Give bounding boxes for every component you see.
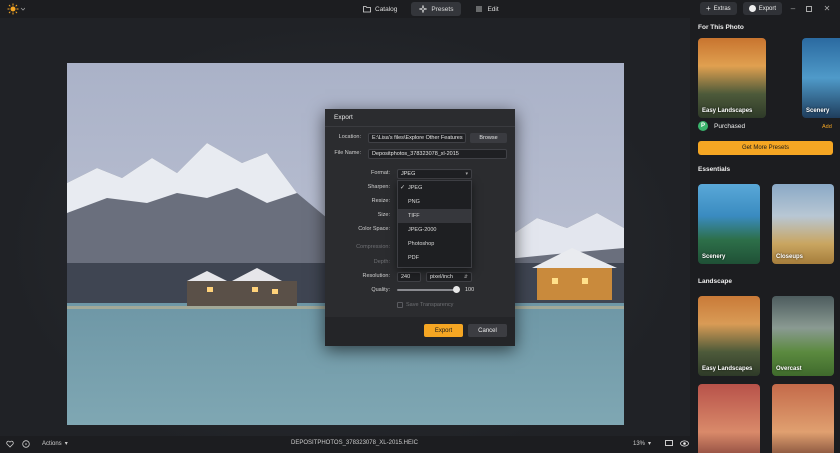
landscape-title: Landscape	[698, 278, 732, 285]
format-option-photoshop[interactable]: Photoshop	[398, 237, 471, 251]
chevron-down-icon: ▾	[64, 441, 68, 447]
eye-icon[interactable]	[680, 440, 689, 447]
format-label: Format:	[371, 170, 390, 176]
resolution-label: Resolution:	[362, 273, 390, 279]
filename-label: File Name:	[334, 150, 361, 156]
preset-card-easy-landscapes[interactable]: Easy Landscapes	[698, 296, 760, 376]
sliders-icon	[476, 6, 483, 12]
preset-card-label: Closeups	[776, 254, 804, 260]
extras-label: Extras	[713, 5, 731, 12]
preset-card-easy-landscapes[interactable]: Easy Landscapes	[698, 38, 766, 118]
folder-icon	[363, 6, 371, 13]
actions-label: Actions	[42, 440, 62, 447]
format-select[interactable]: JPEG ▾	[397, 169, 472, 179]
preset-card-label: Overcast	[776, 366, 802, 372]
color-space-label: Color Space:	[358, 226, 390, 232]
preset-card-overcast[interactable]: Overcast	[772, 296, 834, 376]
format-option-pdf[interactable]: PDF	[398, 251, 471, 265]
format-option-tiff[interactable]: TIFF	[398, 209, 471, 223]
purchased-row[interactable]: P Purchased	[698, 121, 745, 131]
cancel-button[interactable]: Cancel	[468, 324, 507, 337]
filename-display: DEPOSITPHOTOS_378323078_XL-2015.HEIC	[291, 440, 418, 446]
export-circle-icon	[748, 5, 756, 12]
resolution-field[interactable]: 240	[397, 272, 421, 282]
main-nav: Catalog Presets Edit	[355, 2, 507, 16]
plus-icon: +	[706, 3, 711, 13]
quality-value: 100	[465, 287, 475, 293]
format-option-jpeg2000[interactable]: JPEG-2000	[398, 223, 471, 237]
export-dialog: Export Location: E:\Lisa's files\Explore…	[325, 109, 515, 346]
export-button[interactable]: Export	[424, 324, 463, 337]
format-select-value: JPEG	[401, 171, 416, 177]
tab-catalog[interactable]: Catalog	[355, 2, 405, 16]
resolution-unit-select[interactable]: pixel/inch ⇵	[426, 272, 472, 282]
purchased-icon: P	[698, 121, 708, 131]
dialog-divider	[325, 126, 515, 127]
sharpen-label: Sharpen:	[367, 184, 390, 190]
top-bar: Catalog Presets Edit + Extras Export – ✕	[0, 0, 840, 18]
tab-catalog-label: Catalog	[375, 5, 398, 13]
tab-edit-label: Edit	[487, 5, 499, 13]
preset-card-label: Scenery	[806, 108, 830, 114]
location-label: Location:	[338, 134, 361, 140]
for-this-photo-title: For This Photo	[698, 24, 744, 31]
preset-card-label: Scenery	[702, 254, 726, 260]
save-transparency-label: Save Transparency	[406, 302, 454, 308]
preset-card-scenery[interactable]: Scenery	[802, 38, 840, 118]
export-top-label: Export	[758, 5, 777, 12]
dialog-title: Export	[334, 114, 353, 121]
format-dropdown: JPEG PNG TIFF JPEG-2000 Photoshop PDF	[397, 180, 472, 268]
close-icon[interactable]: ✕	[820, 3, 834, 14]
resize-label: Resize:	[371, 198, 390, 204]
browse-button[interactable]: Browse	[470, 133, 507, 143]
info-icon[interactable]	[22, 440, 30, 448]
export-top-button[interactable]: Export	[742, 2, 783, 15]
tab-edit[interactable]: Edit	[467, 2, 506, 16]
preset-card-label: Easy Landscapes	[702, 108, 753, 114]
extras-button[interactable]: + Extras	[700, 2, 737, 15]
format-option-png[interactable]: PNG	[398, 195, 471, 209]
resolution-unit-value: pixel/inch	[430, 274, 453, 280]
heart-icon[interactable]	[6, 440, 14, 448]
chevron-updown-icon: ⇵	[463, 274, 468, 280]
zoom-control[interactable]: 13% ▾	[633, 440, 652, 448]
size-label: Size:	[377, 212, 390, 218]
zoom-value: 13%	[633, 440, 646, 447]
preset-card-closeups[interactable]: Closeups	[772, 184, 834, 264]
save-transparency-checkbox[interactable]	[397, 302, 403, 308]
minimize-icon[interactable]: –	[786, 3, 800, 14]
sparkle-icon	[419, 5, 428, 13]
preset-card-label: Easy Landscapes	[702, 366, 753, 372]
compression-label: Compression:	[356, 244, 390, 250]
location-field[interactable]: E:\Lisa's files\Explore Other Features	[368, 133, 466, 143]
app-logo-icon[interactable]	[7, 3, 26, 15]
filename-field[interactable]: Depositphotos_378323078_xl-2015	[368, 149, 507, 159]
add-link[interactable]: Add	[822, 124, 832, 130]
bottom-bar: Actions ▾ DEPOSITPHOTOS_378323078_XL-201…	[0, 437, 690, 453]
tab-presets[interactable]: Presets	[411, 2, 462, 16]
purchased-label: Purchased	[714, 122, 746, 130]
chevron-down-icon: ▾	[648, 441, 652, 447]
compare-icon[interactable]	[665, 440, 673, 446]
tab-presets-label: Presets	[431, 5, 454, 13]
get-more-presets-button[interactable]: Get More Presets	[698, 141, 833, 155]
essentials-title: Essentials	[698, 166, 731, 173]
quality-label: Quality:	[371, 287, 390, 293]
depth-label: Depth:	[373, 259, 390, 265]
chevron-down-icon: ▾	[465, 171, 468, 177]
maximize-icon[interactable]	[802, 3, 816, 14]
preset-card-scenery[interactable]: Scenery	[698, 184, 760, 264]
presets-panel: For This Photo Easy Landscapes Scenery P…	[690, 18, 840, 453]
format-option-jpeg[interactable]: JPEG	[398, 181, 471, 195]
preset-card-city[interactable]	[772, 384, 834, 453]
quality-slider-thumb[interactable]	[453, 286, 460, 293]
preset-card-sunset[interactable]	[698, 384, 760, 453]
actions-menu[interactable]: Actions ▾	[42, 440, 68, 448]
quality-slider-track[interactable]	[397, 289, 457, 291]
